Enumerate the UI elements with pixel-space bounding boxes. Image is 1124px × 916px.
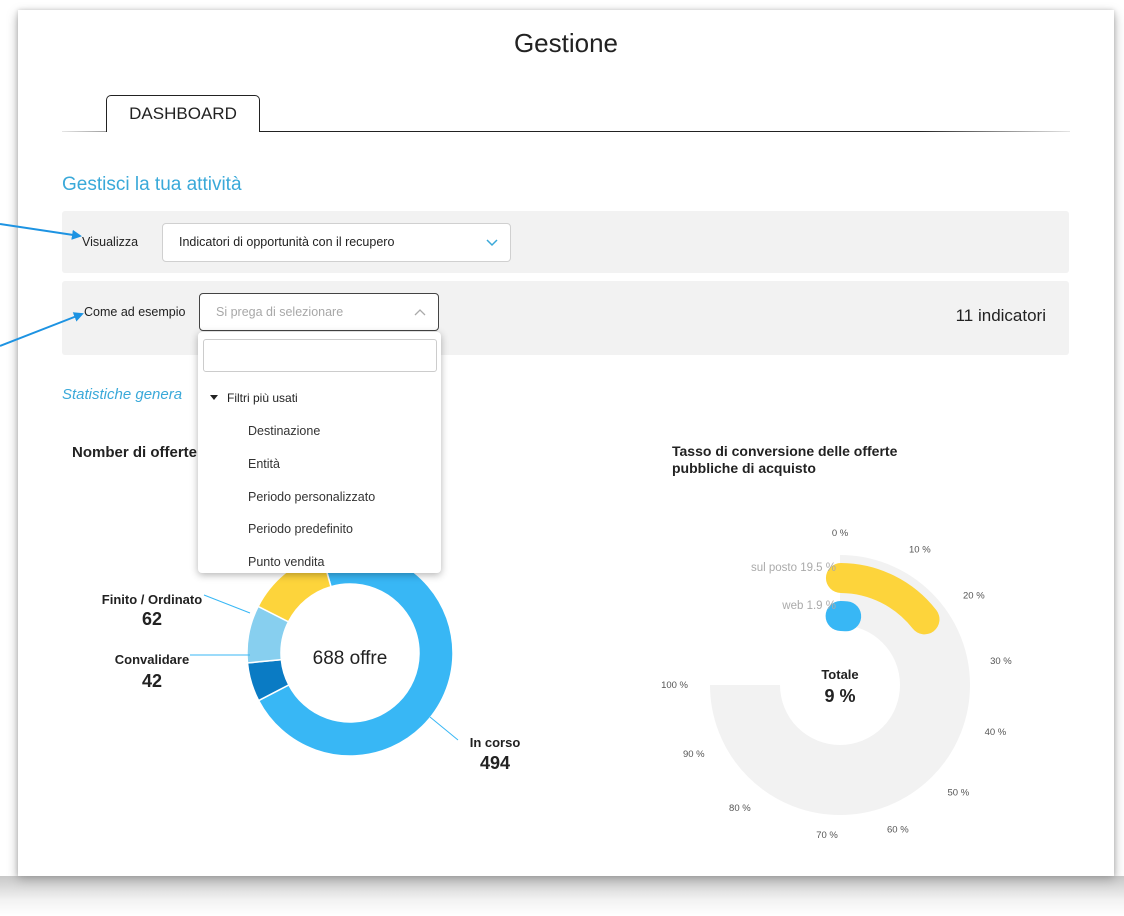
slice-label-in-corso: In corso xyxy=(470,735,521,750)
gauge-tick-label: 10 % xyxy=(909,545,931,556)
caret-down-icon xyxy=(210,395,218,401)
example-dropdown-menu: Filtri più usati Destinazione Entità Per… xyxy=(198,332,441,573)
slice-value-in-corso: 494 xyxy=(480,753,510,773)
app-window: Gestione DASHBOARD Gestisci la tua attiv… xyxy=(18,10,1114,876)
slice-label-finito: Finito / Ordinato xyxy=(102,592,202,607)
gauge-tick-label: 20 % xyxy=(963,591,985,602)
gauge-tick-label: 40 % xyxy=(985,727,1007,738)
donut-center-label: 688 offre xyxy=(313,648,388,669)
dropdown-item-destinazione[interactable]: Destinazione xyxy=(248,424,320,438)
dropdown-group-header[interactable]: Filtri più usati xyxy=(210,391,298,405)
gauge-tick-label: 0 % xyxy=(832,528,849,539)
dropdown-item-periodo-predefinito[interactable]: Periodo predefinito xyxy=(248,522,353,536)
dropdown-item-punto-vendita[interactable]: Punto vendita xyxy=(248,555,324,569)
dropdown-search-input[interactable] xyxy=(203,339,437,372)
gauge-total-label: Totale xyxy=(821,667,858,682)
gauge-tick-label: 80 % xyxy=(729,803,751,814)
gauge-tick-label: 100 % xyxy=(661,680,688,691)
dropdown-group-label: Filtri più usati xyxy=(227,391,298,405)
dropdown-item-periodo-personalizzato[interactable]: Periodo personalizzato xyxy=(248,490,375,504)
gauge-total-value: 9 % xyxy=(824,686,855,706)
dropdown-item-entita[interactable]: Entità xyxy=(248,457,280,471)
gauge-tick-label: 50 % xyxy=(948,788,970,799)
slice-value-finito: 62 xyxy=(142,609,162,629)
slice-label-convalidare: Convalidare xyxy=(115,652,189,667)
gauge-series-label-sul-posto: sul posto 19.5 % xyxy=(751,562,836,574)
charts-layer: Finito / Ordinato 62 Convalidare 42 In c… xyxy=(102,528,1013,841)
gauge-tick-label: 90 % xyxy=(683,749,705,760)
gauge-tick-label: 60 % xyxy=(887,825,909,836)
gauge-tick-label: 30 % xyxy=(990,656,1012,667)
gauge-tick-label: 70 % xyxy=(816,830,838,841)
slice-value-convalidare: 42 xyxy=(142,671,162,691)
gauge-series-label-web: web 1.9 % xyxy=(781,600,836,612)
window-shadow xyxy=(0,876,1124,916)
